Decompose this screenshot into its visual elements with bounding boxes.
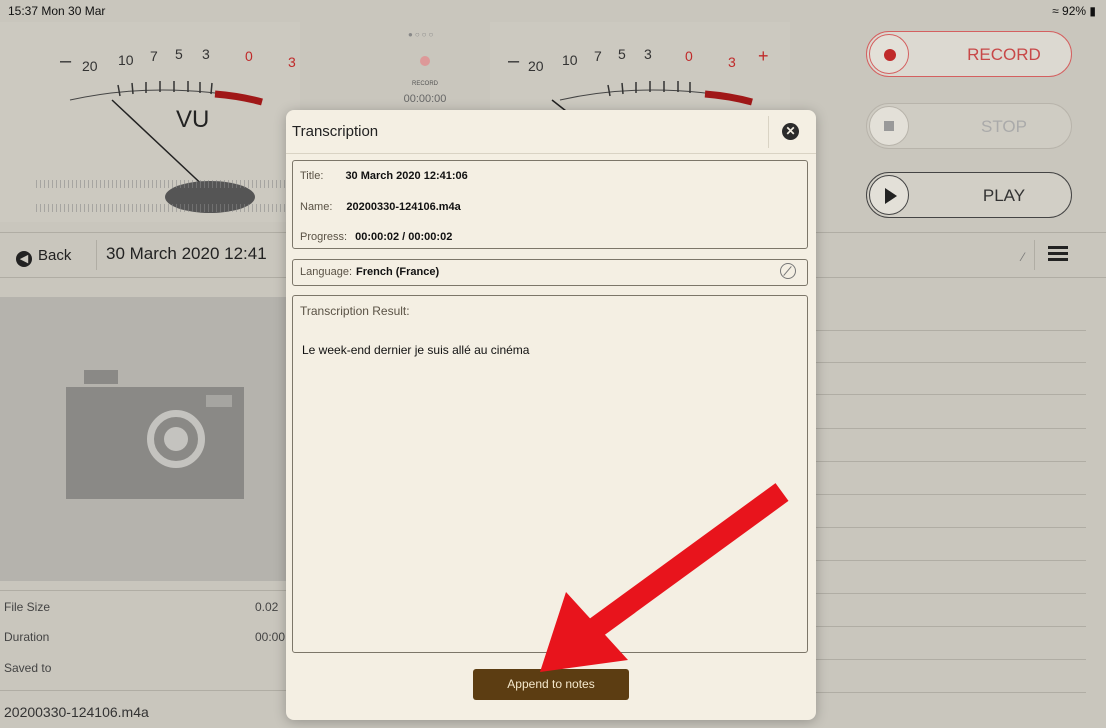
vu-tick: 20 xyxy=(528,58,544,74)
record-button[interactable]: RECORD xyxy=(866,31,1072,77)
vu-tick: 0 xyxy=(245,48,253,64)
nav-divider xyxy=(1034,240,1035,270)
stop-icon xyxy=(869,106,909,146)
vu-tick: 3 xyxy=(644,46,652,62)
result-label: Transcription Result: xyxy=(300,304,410,318)
vu-label: VU xyxy=(176,106,210,133)
nav-title: 30 March 2020 12:41 xyxy=(106,244,267,263)
progress-row: Progress: 00:00:02 / 00:00:02 xyxy=(300,231,453,243)
stop-label: STOP xyxy=(981,117,1027,136)
file-size-value: 0.02 xyxy=(255,600,279,614)
play-label: PLAY xyxy=(982,186,1026,205)
vu-plus: + xyxy=(758,46,769,66)
notes-line xyxy=(816,659,1086,660)
modal-header-divider xyxy=(768,116,769,148)
close-icon[interactable]: ✕ xyxy=(782,123,799,140)
saved-to-label: Saved to xyxy=(4,661,52,675)
vu-minus: – xyxy=(508,50,520,72)
result-text[interactable]: Le week-end dernier je suis allé au ciné… xyxy=(302,343,529,357)
ruler-top xyxy=(36,180,286,188)
camera-icon-top xyxy=(84,370,118,384)
vu-tick: 20 xyxy=(82,58,98,74)
title-row: Title: 30 March 2020 12:41:06 xyxy=(300,170,468,182)
vu-tick: 5 xyxy=(175,46,183,62)
modal-header-line xyxy=(286,153,816,154)
vu-tick: 7 xyxy=(594,48,602,64)
notes-line xyxy=(816,593,1086,594)
notes-line xyxy=(816,394,1086,395)
page-indicator: ●○○○ xyxy=(408,30,436,39)
vu-tick: 0 xyxy=(685,48,693,64)
notes-line xyxy=(816,692,1086,693)
info-divider xyxy=(0,590,288,591)
red-arrow-annotation xyxy=(540,483,789,672)
vu-tick: 3 xyxy=(288,54,296,70)
camera-lens-inner xyxy=(164,427,188,451)
list-icon[interactable] xyxy=(1048,246,1068,262)
record-label: RECORD xyxy=(967,45,1041,64)
notes-line xyxy=(816,330,1086,331)
back-arrow-icon: ◀ xyxy=(16,251,32,267)
notes-line xyxy=(816,461,1086,462)
info-divider xyxy=(0,690,288,691)
name-row: Name: 20200330-124106.m4a xyxy=(300,201,461,213)
vu-meter-left: – 20 10 7 5 3 0 3 + VU xyxy=(0,22,300,222)
ruler-bottom xyxy=(36,204,286,212)
record-small-label: RECORD xyxy=(411,81,438,87)
play-button[interactable]: PLAY xyxy=(866,172,1072,218)
file-size-label: File Size xyxy=(4,600,51,614)
record-time: 00:00:00 xyxy=(403,93,447,105)
notes-line xyxy=(816,428,1086,429)
status-time: 15:37 Mon 30 Mar xyxy=(8,4,106,18)
notes-line xyxy=(816,527,1086,528)
record-indicator-dot xyxy=(420,56,430,66)
camera-flash xyxy=(206,395,232,407)
notes-line xyxy=(816,494,1086,495)
back-button[interactable]: ◀ Back xyxy=(16,247,71,267)
vu-minus: – xyxy=(60,50,72,72)
duration-value: 00:00 xyxy=(255,630,286,644)
vu-tick: 5 xyxy=(618,46,626,62)
stop-button[interactable]: STOP xyxy=(866,103,1072,149)
play-icon xyxy=(869,175,909,215)
notes-line xyxy=(816,626,1086,627)
language-edit-icon[interactable] xyxy=(780,263,796,279)
notes-line xyxy=(816,560,1086,561)
nav-divider xyxy=(96,240,97,270)
back-label: Back xyxy=(38,247,72,264)
language-row: Language: French (France) xyxy=(300,266,440,278)
vu-tick: 10 xyxy=(118,52,134,68)
vu-tick: 10 xyxy=(562,52,578,68)
record-icon xyxy=(869,34,909,74)
vu-tick: 7 xyxy=(150,48,158,64)
file-name: 20200330-124106.m4a xyxy=(4,704,149,720)
vu-tick: 3 xyxy=(728,54,736,70)
battery-indicator: ≈ 92% ▮ xyxy=(1052,4,1096,18)
duration-label: Duration xyxy=(4,630,50,644)
edit-pencil-icon[interactable]: ⁄ xyxy=(1022,250,1024,264)
notes-line xyxy=(816,362,1086,363)
vu-tick: 3 xyxy=(202,46,210,62)
modal-title: Transcription xyxy=(292,123,379,140)
status-bar: 15:37 Mon 30 Mar ≈ 92% ▮ xyxy=(0,0,1106,22)
